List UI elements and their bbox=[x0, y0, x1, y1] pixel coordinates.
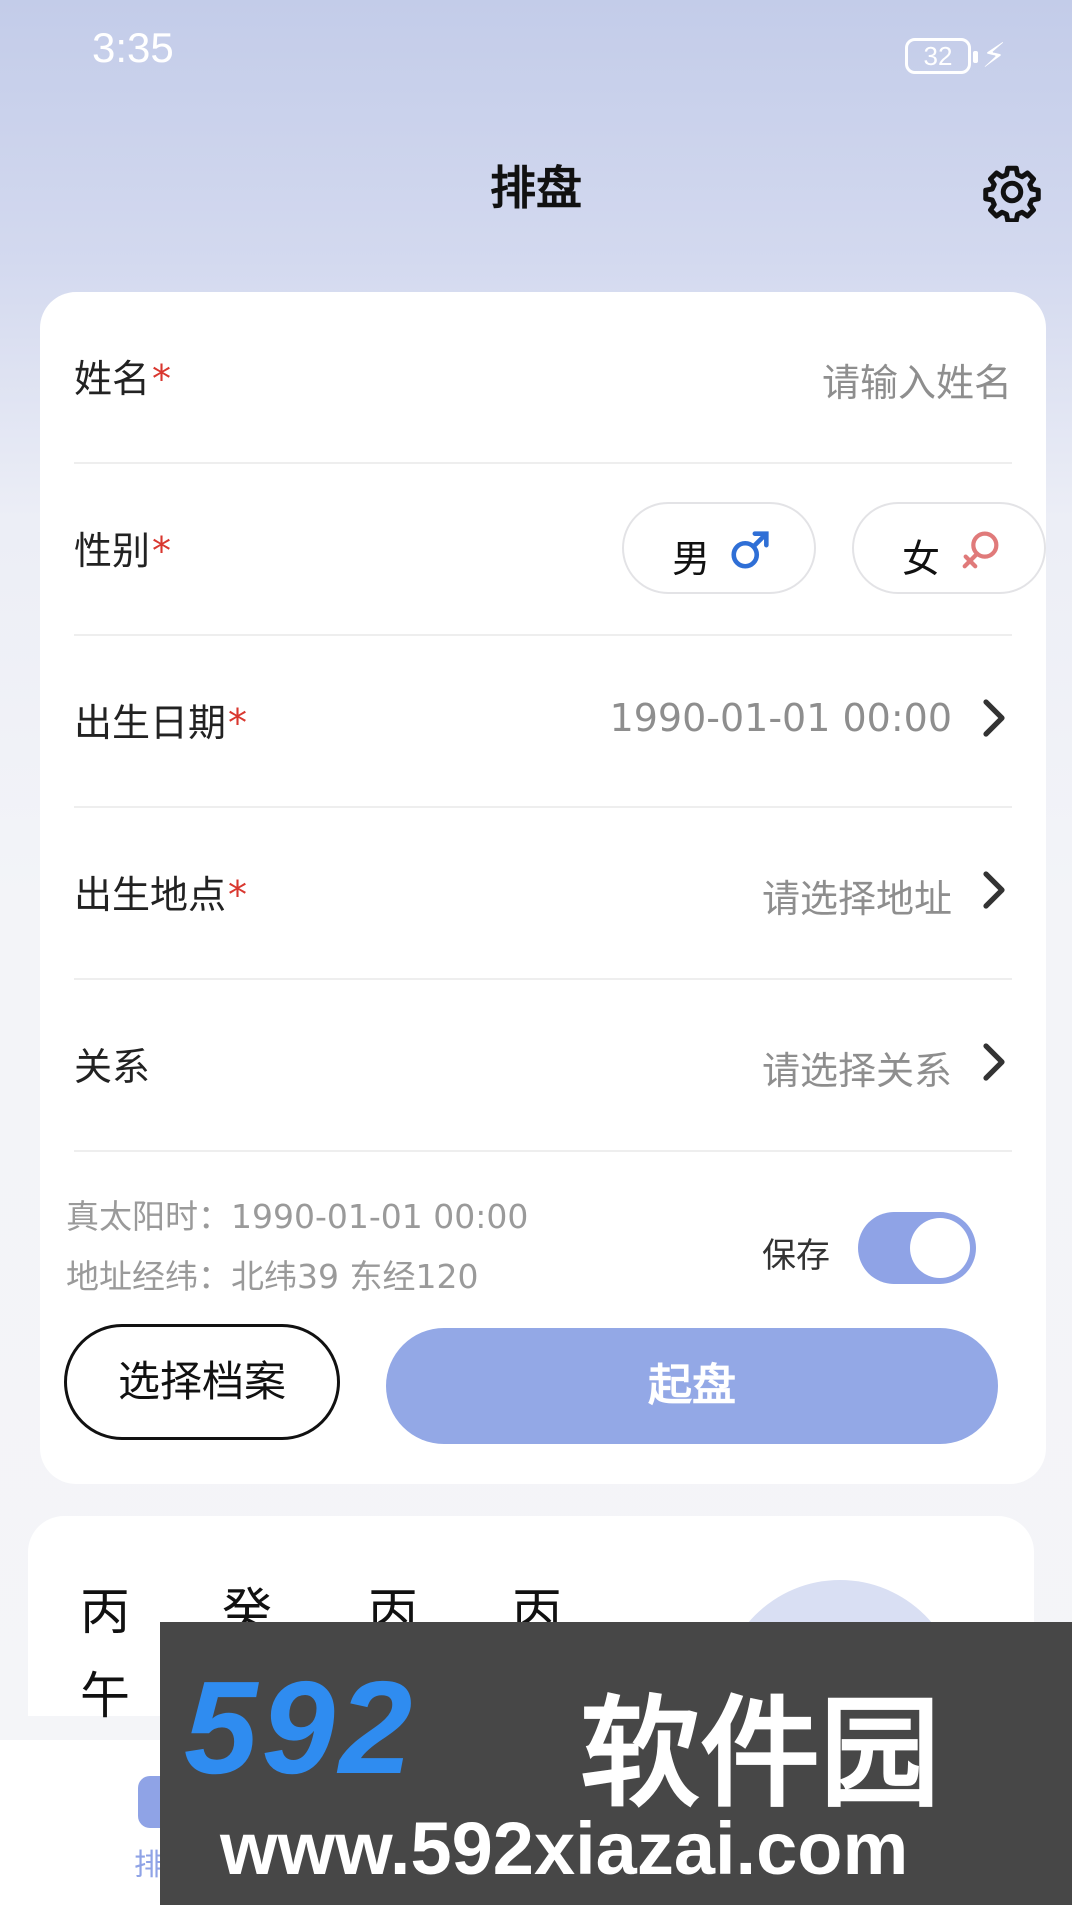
male-symbol-icon bbox=[731, 531, 769, 569]
chevron-right-icon bbox=[983, 1043, 1005, 1081]
birth-place-label: 出生地点 bbox=[74, 873, 227, 917]
pillar-char: 午 bbox=[80, 1667, 130, 1725]
chevron-right-icon bbox=[983, 871, 1005, 909]
gear-icon[interactable] bbox=[982, 162, 1042, 222]
battery-icon: 32 bbox=[905, 38, 978, 74]
toggle-knob bbox=[910, 1218, 970, 1278]
name-row[interactable]: 姓名* 请输入姓名 bbox=[74, 292, 1012, 464]
watermark-url: www.592xiazai.com bbox=[220, 1807, 909, 1890]
status-time: 3:35 bbox=[92, 24, 174, 71]
relation-row[interactable]: 关系 请选择关系 bbox=[74, 980, 1012, 1152]
female-label: 女 bbox=[902, 537, 941, 581]
address-coordinates: 地址经纬：北纬39 东经120 bbox=[66, 1257, 479, 1296]
save-label: 保存 bbox=[762, 1236, 830, 1276]
page-title: 排盘 bbox=[490, 161, 582, 215]
watermark-overlay: 592 软件园 www.592xiazai.com bbox=[160, 1622, 1072, 1905]
select-archive-button[interactable]: 选择档案 bbox=[64, 1324, 340, 1440]
required-mark: * bbox=[152, 357, 172, 401]
start-chart-button[interactable]: 起盘 bbox=[386, 1328, 998, 1444]
male-button[interactable]: 男 bbox=[622, 502, 816, 594]
relation-value[interactable]: 请选择关系 bbox=[762, 1040, 952, 1095]
relation-label: 关系 bbox=[74, 1045, 151, 1089]
gender-label: 性别 bbox=[74, 529, 151, 573]
watermark-brand-number: 592 bbox=[184, 1654, 417, 1801]
name-label: 姓名 bbox=[74, 357, 151, 401]
birth-date-row[interactable]: 出生日期* 1990-01-01 00:00 bbox=[74, 636, 1012, 808]
chevron-right-icon bbox=[983, 699, 1005, 737]
name-input[interactable]: 请输入姓名 bbox=[822, 352, 1012, 407]
birth-date-value[interactable]: 1990-01-01 00:00 bbox=[610, 696, 952, 740]
birth-place-row[interactable]: 出生地点* 请选择地址 bbox=[74, 808, 1012, 980]
required-mark: * bbox=[228, 873, 248, 917]
save-toggle[interactable] bbox=[858, 1212, 976, 1284]
male-label: 男 bbox=[672, 537, 711, 581]
birth-place-value[interactable]: 请选择地址 bbox=[762, 868, 952, 923]
watermark-brand-text: 软件园 bbox=[580, 1685, 940, 1824]
female-symbol-icon bbox=[962, 531, 999, 569]
status-bar: 3:35 32 ⚡ bbox=[0, 0, 1072, 100]
gender-row: 性别* 男 女 bbox=[74, 464, 1046, 636]
charging-bolt-icon: ⚡ bbox=[982, 36, 1006, 76]
required-mark: * bbox=[152, 529, 172, 573]
pillar-char: 丙 bbox=[80, 1583, 130, 1641]
chart-input-form: 姓名* 请输入姓名 性别* 男 女 出生日期* 1990-01-01 00:00… bbox=[40, 292, 1046, 1484]
required-mark: * bbox=[228, 701, 248, 745]
female-button[interactable]: 女 bbox=[852, 502, 1046, 594]
true-solar-time: 真太阳时：1990-01-01 00:00 bbox=[66, 1197, 529, 1236]
birth-date-label: 出生日期 bbox=[74, 701, 227, 745]
